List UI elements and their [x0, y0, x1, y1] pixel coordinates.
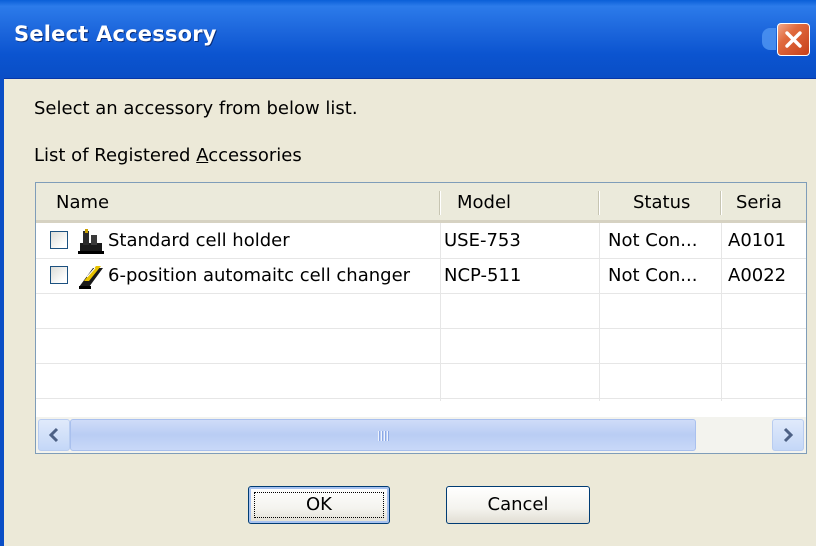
- column-header-status[interactable]: Status: [633, 183, 690, 220]
- row-name: 6-position automaitc cell changer: [108, 265, 411, 286]
- cell-holder-icon: [78, 229, 104, 254]
- list-label-mnemonic: A: [196, 145, 209, 166]
- row-serial: A0022: [728, 265, 787, 286]
- list-row[interactable]: Standard cell holder USE-753 Not Con... …: [36, 224, 806, 258]
- chevron-right-icon: [783, 427, 794, 443]
- list-header: Name Model Status Seria: [36, 183, 806, 223]
- grip-icon: [377, 431, 391, 441]
- column-divider[interactable]: [598, 191, 599, 215]
- grid-line: [36, 293, 806, 294]
- close-button[interactable]: [777, 23, 810, 56]
- list-label: List of Registered Accessories: [34, 145, 302, 166]
- list-label-suffix: ccessories: [208, 145, 302, 166]
- window-frame: [0, 78, 4, 546]
- row-checkbox[interactable]: [50, 231, 68, 249]
- grid-line: [36, 398, 806, 399]
- row-status: Not Con...: [608, 230, 698, 251]
- column-divider[interactable]: [439, 191, 440, 215]
- list-label-prefix: List of Registered: [34, 145, 197, 166]
- cancel-button[interactable]: Cancel: [446, 486, 590, 524]
- scroll-left-button[interactable]: [38, 419, 70, 451]
- row-serial: A0101: [728, 230, 787, 251]
- row-status: Not Con...: [608, 265, 698, 286]
- column-divider[interactable]: [720, 191, 721, 215]
- ok-button[interactable]: OK: [248, 486, 390, 524]
- column-header-model[interactable]: Model: [457, 183, 511, 220]
- instruction-text: Select an accessory from below list.: [34, 98, 358, 119]
- focus-rectangle: [254, 492, 384, 518]
- row-name: Standard cell holder: [108, 230, 290, 251]
- window-title: Select Accessory: [14, 22, 217, 46]
- title-bar[interactable]: Select Accessory: [0, 0, 816, 79]
- cancel-button-label: Cancel: [487, 494, 549, 515]
- close-icon: [785, 31, 802, 48]
- scroll-thumb[interactable]: [70, 419, 696, 451]
- horizontal-scrollbar[interactable]: [36, 417, 806, 453]
- accessory-list[interactable]: Name Model Status Seria Standard cell ho…: [35, 182, 807, 454]
- row-checkbox[interactable]: [50, 266, 68, 284]
- grid-line: [36, 328, 806, 329]
- cell-changer-icon: [79, 266, 103, 289]
- column-header-name[interactable]: Name: [56, 183, 109, 220]
- chevron-left-icon: [48, 427, 59, 443]
- grid-line: [36, 363, 806, 364]
- row-model: USE-753: [444, 230, 521, 251]
- scroll-right-button[interactable]: [772, 419, 804, 451]
- column-header-serial[interactable]: Seria: [736, 183, 782, 220]
- list-row[interactable]: 6-position automaitc cell changer NCP-51…: [36, 259, 806, 293]
- title-bar-decoration: [762, 28, 776, 50]
- row-model: NCP-511: [444, 265, 522, 286]
